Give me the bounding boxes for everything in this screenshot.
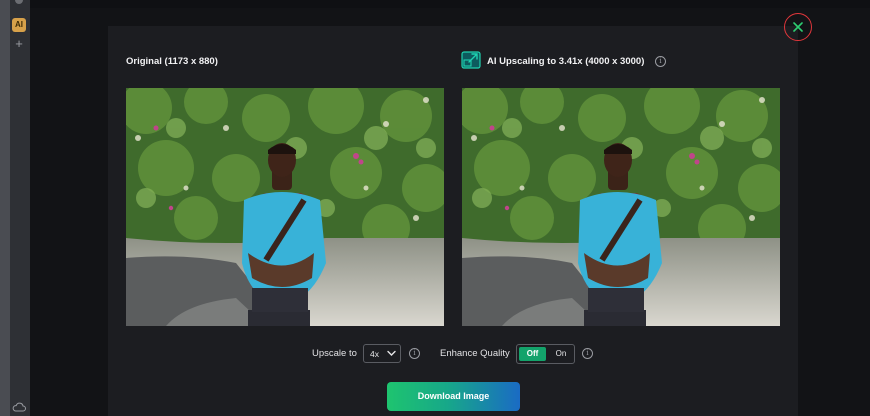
original-image	[126, 88, 444, 326]
download-image-button[interactable]: Download Image	[387, 382, 520, 411]
original-title: Original (1173 x 880)	[126, 56, 218, 67]
close-button[interactable]	[784, 13, 812, 41]
upscale-info-icon[interactable]: i	[409, 348, 420, 359]
upscale-select[interactable]: 4x	[363, 344, 401, 363]
upscale-arrow-icon	[461, 51, 481, 69]
toggle-off-option[interactable]: Off	[519, 347, 546, 361]
upscale-label: Upscale to	[312, 348, 357, 359]
enhance-quality-label: Enhance Quality	[440, 348, 510, 359]
upscaled-title: AI Upscaling to 3.41x (4000 x 3000)	[487, 56, 645, 67]
ai-tool-button[interactable]: AI	[12, 18, 26, 32]
info-icon[interactable]: i	[655, 56, 666, 67]
toggle-on-option[interactable]: On	[550, 347, 572, 361]
side-toolbar	[10, 0, 30, 416]
enhance-info-icon[interactable]: i	[582, 348, 593, 359]
enhance-quality-toggle[interactable]: Off On	[516, 344, 575, 364]
left-rail	[0, 0, 10, 416]
add-button[interactable]: +	[13, 37, 25, 51]
upscale-value: 4x	[370, 349, 379, 359]
upscaled-image	[462, 88, 780, 326]
close-icon	[793, 22, 803, 32]
chevron-down-icon	[387, 350, 396, 356]
cloud-icon[interactable]	[12, 401, 26, 413]
